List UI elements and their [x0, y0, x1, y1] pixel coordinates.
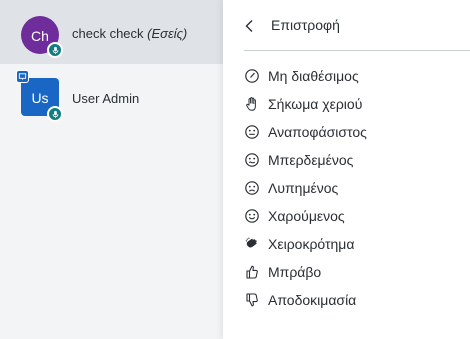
menu-item-label: Λυπημένος: [268, 180, 339, 196]
participant-name-text: check check: [72, 26, 144, 41]
participant-name: User Admin: [72, 91, 139, 106]
menu-item-label: Μπερδεμένος: [268, 152, 354, 168]
menu-item-thumbs-up[interactable]: Μπράβο: [223, 258, 470, 286]
confused-face-icon: [245, 153, 259, 167]
participant-row-self[interactable]: Ch check check (Εσείς): [0, 0, 223, 64]
raise-hand-icon: [246, 97, 256, 111]
presenter-icon: [16, 70, 29, 83]
menu-item-label: Σήκωμα χεριού: [268, 96, 363, 112]
participant-list: Ch check check (Εσείς) Us User Admin: [0, 0, 223, 339]
app: Ch check check (Εσείς) Us User Admin Επι…: [0, 0, 470, 339]
menu-item-label: Χειροκρότημα: [268, 236, 355, 252]
menu-item-happy[interactable]: Χαρούμενος: [223, 202, 470, 230]
menu-divider: [244, 50, 470, 51]
neutral-face-icon: [245, 125, 259, 139]
chevron-left-icon: [245, 20, 253, 32]
sad-face-icon: [245, 181, 259, 195]
menu-item-label: Χαρούμενος: [268, 208, 345, 224]
away-clock-icon: [245, 69, 259, 83]
participant-name-text: User Admin: [72, 91, 140, 106]
menu-item-confused[interactable]: Μπερδεμένος: [223, 146, 470, 174]
menu-item-thumbs-down[interactable]: Αποδοκιμασία: [223, 286, 470, 314]
avatar-initials: Us: [31, 90, 49, 106]
participant-name: check check (Εσείς): [72, 26, 187, 41]
menu-item-label: Μπράβο: [268, 264, 322, 280]
microphone-icon: [47, 106, 63, 122]
menu-item-label: Αναποφάσιστος: [268, 124, 367, 140]
thumbs-up-icon: [246, 265, 258, 279]
menu-item-label: Μη διαθέσιμος: [268, 68, 359, 84]
back-button[interactable]: Επιστροφή: [223, 0, 470, 50]
microphone-icon: [47, 42, 63, 58]
menu-item-applause[interactable]: Χειροκρότημα: [223, 230, 470, 258]
menu-item-raise-hand[interactable]: Σήκωμα χεριού: [223, 90, 470, 118]
participant-row-user-admin[interactable]: Us User Admin: [0, 64, 223, 128]
menu-item-undecided[interactable]: Αναποφάσιστος: [223, 118, 470, 146]
menu-item-away[interactable]: Μη διαθέσιμος: [223, 62, 470, 90]
menu-item-sad[interactable]: Λυπημένος: [223, 174, 470, 202]
applause-icon: [245, 237, 257, 248]
happy-face-icon: [245, 209, 259, 223]
back-label: Επιστροφή: [271, 17, 340, 33]
avatar-initials: Ch: [31, 28, 49, 44]
menu-item-label: Αποδοκιμασία: [268, 292, 357, 308]
thumbs-down-icon: [246, 293, 258, 307]
status-menu: Επιστροφή Μη διαθέσιμος Σήκωμα χεριού Αν…: [223, 0, 470, 339]
participant-self-suffix: (Εσείς): [147, 26, 188, 41]
